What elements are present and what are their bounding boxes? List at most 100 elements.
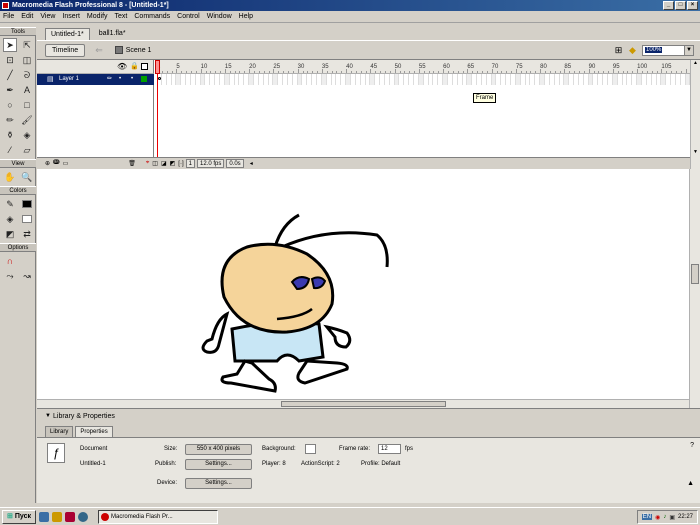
delete-layer-icon[interactable]: 🗑 (128, 160, 136, 167)
doc-tab-untitled[interactable]: Untitled-1* (45, 28, 90, 40)
zoom-tool-icon[interactable]: 🔍 (20, 170, 34, 184)
menu-view[interactable]: View (40, 13, 55, 20)
layer-row[interactable]: ▤ Layer 1 ✏ • • (37, 74, 154, 85)
menu-edit[interactable]: Edit (21, 13, 33, 20)
scene-label[interactable]: Scene 1 (126, 47, 152, 54)
eraser-tool-icon[interactable]: ▱ (20, 143, 34, 157)
selection-tool-icon[interactable]: ➤ (3, 38, 17, 52)
snap-to-objects-icon[interactable]: ∩ (3, 254, 17, 268)
language-indicator[interactable]: EN (641, 514, 653, 520)
brush-tool-icon[interactable]: 🖌 (20, 113, 34, 127)
lock-icon[interactable]: 🔒 (130, 62, 139, 70)
menu-commands[interactable]: Commands (134, 13, 170, 20)
menu-insert[interactable]: Insert (62, 13, 80, 20)
taskbar-app-flash[interactable]: Macromedia Flash Pr... (98, 509, 219, 524)
device-settings-button[interactable]: Settings... (185, 478, 252, 489)
library-properties-bar[interactable]: ▼ Library & Properties (37, 408, 700, 426)
back-arrow-icon[interactable]: ⇐ (95, 45, 103, 56)
text-tool-icon[interactable]: A (20, 83, 34, 97)
background-color-swatch[interactable] (305, 444, 316, 454)
timeline-vertical-scrollbar[interactable]: ▲ ▼ (690, 60, 700, 169)
visibility-dot[interactable]: • (119, 74, 121, 85)
pen-tool-icon[interactable]: ✒ (3, 83, 17, 97)
publish-settings-button[interactable]: Settings... (185, 459, 252, 470)
add-motion-guide-icon[interactable]: ↈ (53, 160, 60, 167)
timeline-toggle-button[interactable]: Timeline (45, 43, 86, 57)
zoom-select[interactable]: 100% ▼ (642, 45, 694, 56)
help-icon[interactable]: ? (690, 442, 694, 449)
scrollbar-thumb[interactable] (281, 401, 446, 407)
edit-multiple-icon[interactable]: ◩ (170, 160, 176, 167)
modify-markers-icon[interactable]: [·] (178, 161, 183, 167)
stage[interactable] (37, 169, 700, 408)
add-layer-icon[interactable]: ⊕ (45, 160, 50, 167)
add-folder-icon[interactable]: ▭ (63, 160, 69, 167)
lock-dot[interactable]: • (131, 74, 133, 85)
scroll-up-icon[interactable]: ▲ (691, 60, 700, 68)
free-transform-tool-icon[interactable]: ⊡ (3, 53, 17, 67)
tray-network-icon[interactable]: ◉ (655, 514, 660, 521)
ink-bottle-tool-icon[interactable]: ⚱ (3, 128, 17, 142)
cartoon-character[interactable] (37, 169, 700, 408)
quick-launch-browser-icon[interactable] (39, 511, 50, 522)
tab-library[interactable]: Library (45, 426, 74, 437)
scroll-left-icon[interactable]: ◂ (250, 160, 253, 167)
edit-symbols-icon[interactable]: ◆ (627, 45, 638, 56)
paint-bucket-tool-icon[interactable]: ◈ (20, 128, 34, 142)
menu-modify[interactable]: Modify (87, 13, 108, 20)
menu-file[interactable]: File (3, 13, 14, 20)
tray-shield-icon[interactable]: ▣ (669, 514, 675, 521)
default-colors-icon[interactable]: ◩ (3, 227, 17, 241)
edit-scene-icon[interactable]: ⊞ (613, 45, 624, 56)
subselection-tool-icon[interactable]: ⇱ (20, 38, 34, 52)
stage-horizontal-scrollbar[interactable] (37, 399, 690, 408)
quick-launch-media-icon[interactable] (65, 511, 76, 522)
fill-color-icon[interactable]: ◈ (3, 212, 17, 226)
ruler-tick-line (559, 71, 561, 73)
rectangle-tool-icon[interactable]: □ (20, 98, 34, 112)
hand-tool-icon[interactable]: ✋ (3, 170, 17, 184)
tab-properties[interactable]: Properties (75, 426, 113, 437)
scroll-down-icon[interactable]: ▼ (691, 149, 700, 157)
onion-outline-icon[interactable]: ◪ (161, 160, 167, 167)
menu-help[interactable]: Help (239, 13, 253, 20)
lasso-tool-icon[interactable]: ᘐ (20, 68, 34, 82)
fill-color-swatch[interactable] (20, 212, 34, 226)
outline-swatch[interactable] (141, 76, 147, 82)
size-button[interactable]: 550 x 400 pixels (185, 444, 252, 455)
pencil-tool-icon[interactable]: ✏ (3, 113, 17, 127)
menu-control[interactable]: Control (177, 13, 200, 20)
straighten-icon[interactable]: ↝ (20, 269, 34, 283)
maximize-button[interactable]: □ (675, 1, 686, 10)
center-frame-icon[interactable]: ⌖ (146, 160, 149, 167)
doc-tab-ball1[interactable]: ball1.fla* (94, 28, 131, 40)
oval-tool-icon[interactable]: ○ (3, 98, 17, 112)
smooth-icon[interactable]: ⤳ (3, 269, 17, 283)
framerate-input[interactable]: 12 (378, 444, 401, 454)
start-button[interactable]: ⊞ Пуск (2, 509, 37, 524)
line-tool-icon[interactable]: ╱ (3, 68, 17, 82)
close-button[interactable]: × (687, 1, 698, 10)
menu-text[interactable]: Text (115, 13, 128, 20)
stroke-color-swatch[interactable] (20, 197, 34, 211)
outline-icon[interactable] (141, 63, 148, 70)
ruler-tick-line (666, 71, 668, 73)
collapse-arrow-icon[interactable]: ▼ (45, 413, 51, 419)
onion-skin-icon[interactable]: ◫ (152, 160, 158, 167)
expand-icon[interactable]: ▲ (687, 480, 694, 487)
frames-row[interactable] (155, 74, 690, 85)
quick-launch-desktop-icon[interactable] (78, 511, 89, 522)
swap-colors-icon[interactable]: ⇄ (20, 227, 34, 241)
minimize-button[interactable]: _ (663, 1, 674, 10)
stage-vertical-scrollbar[interactable] (689, 169, 700, 408)
playhead[interactable] (155, 60, 160, 169)
tray-volume-icon[interactable]: ♪ (663, 514, 666, 520)
quick-launch-folder-icon[interactable] (52, 511, 63, 522)
stroke-color-icon[interactable]: ✎ (3, 197, 17, 211)
frame-ruler[interactable]: 1510152025303540455055606570758085909510… (155, 60, 690, 74)
fill-transform-tool-icon[interactable]: ◫ (20, 53, 34, 67)
eye-icon[interactable]: 👁 (117, 62, 127, 71)
scrollbar-thumb-vertical[interactable] (691, 264, 699, 284)
eyedropper-tool-icon[interactable]: ⁄ (3, 143, 17, 157)
menu-window[interactable]: Window (207, 13, 232, 20)
